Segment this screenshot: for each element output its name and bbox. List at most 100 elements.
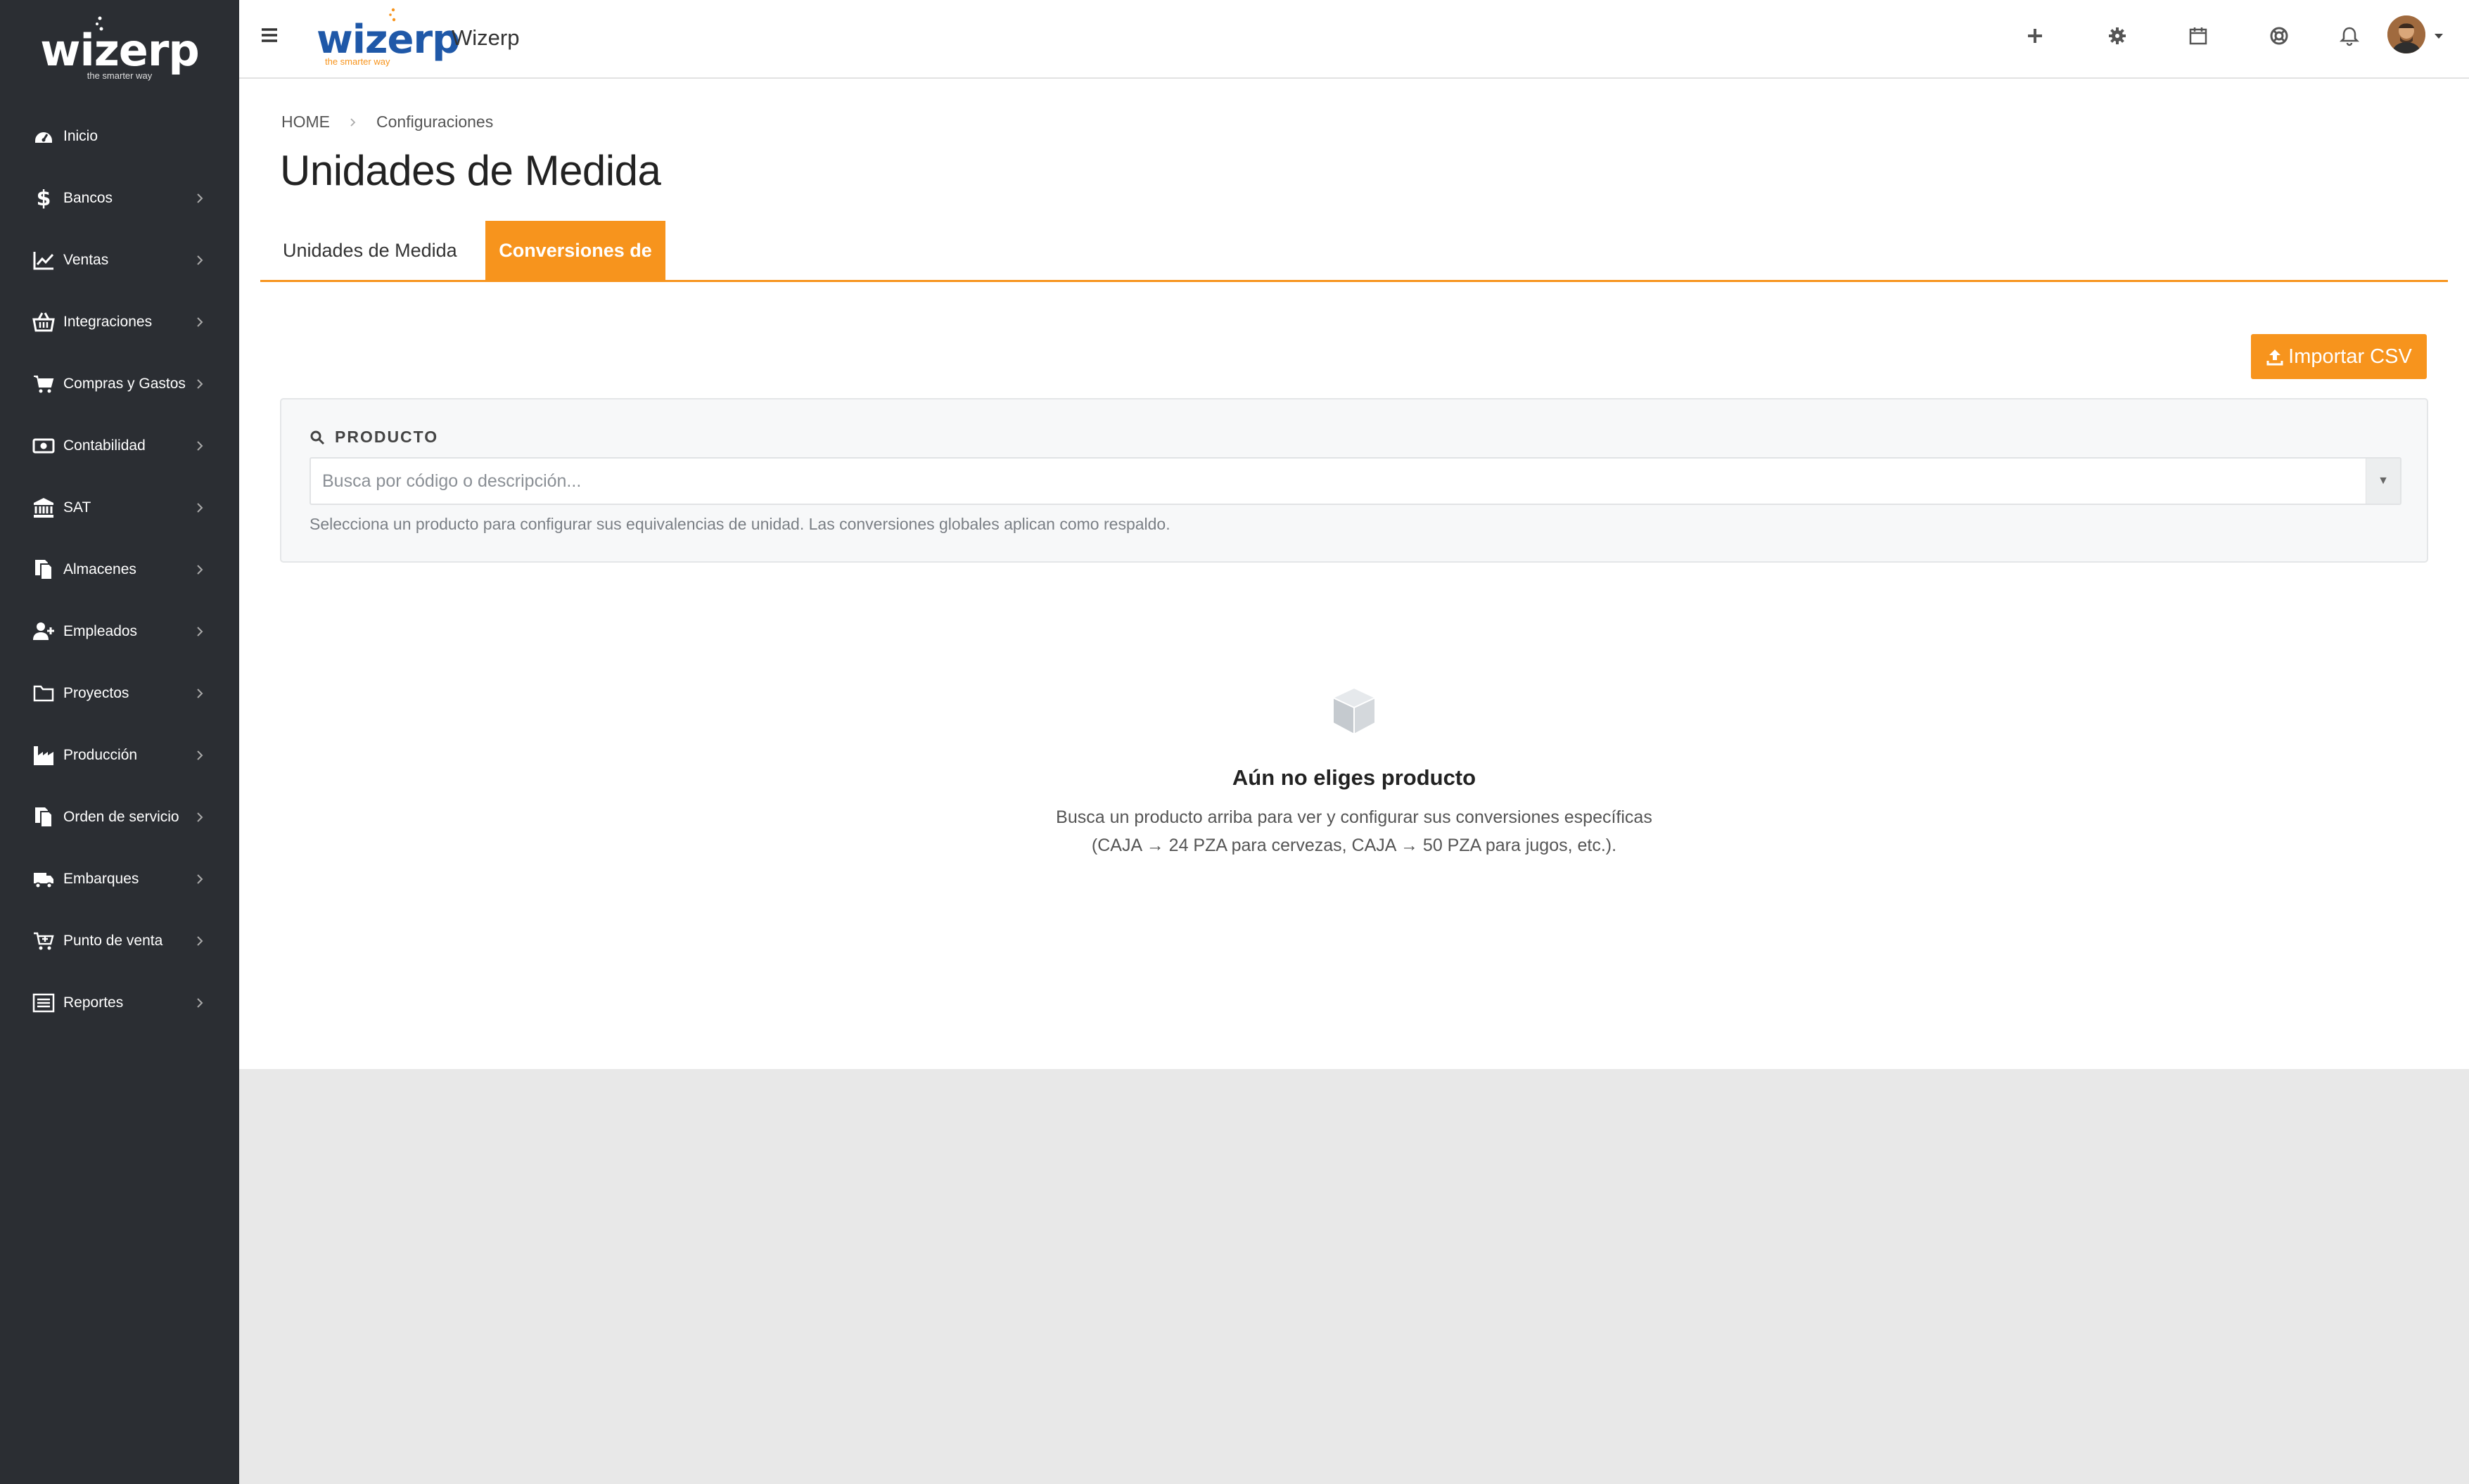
copy-icon	[35, 560, 53, 580]
list-icon	[32, 993, 55, 1013]
cube-icon	[1332, 686, 1376, 736]
sidebar-item-label: Proyectos	[63, 685, 129, 701]
sidebar-item-sat[interactable]: SAT	[0, 477, 239, 539]
chevron-right-icon	[197, 255, 203, 265]
sidebar-item-label: Ventas	[63, 252, 109, 268]
menu-toggle-icon[interactable]	[260, 27, 279, 44]
sidebar-item-label: Reportes	[63, 994, 124, 1011]
chevron-right-icon	[197, 812, 203, 822]
support-icon[interactable]	[2269, 25, 2290, 46]
sidebar-item-label: Orden de servicio	[63, 809, 179, 825]
sidebar-item-label: SAT	[63, 499, 91, 516]
import-csv-label: Importar CSV	[2288, 345, 2412, 368]
breadcrumb-home[interactable]: HOME	[281, 113, 330, 132]
truck-icon	[34, 873, 53, 889]
dollar-icon: $	[37, 187, 51, 210]
sidebar-item-label: Integraciones	[63, 314, 153, 330]
sidebar-item-proyectos[interactable]: Proyectos	[0, 663, 239, 724]
chevron-right-icon	[197, 193, 203, 203]
chevron-right-icon	[197, 627, 203, 637]
topbar-logo-tagline: the smarter way	[325, 56, 390, 67]
plus-icon[interactable]	[2024, 25, 2046, 46]
product-search-select[interactable]: Busca por código o descripción... ▼	[310, 457, 2401, 505]
avatar[interactable]	[2387, 15, 2425, 53]
product-search-placeholder: Busca por código o descripción...	[322, 471, 582, 491]
product-filter-label: PRODUCTO	[310, 428, 438, 447]
chevron-right-icon	[197, 565, 203, 575]
cart-icon	[34, 376, 54, 393]
import-csv-button[interactable]: Importar CSV	[2251, 334, 2427, 379]
chevron-right-icon	[350, 117, 356, 127]
chevron-right-icon	[197, 689, 203, 698]
sidebar-item-empleados[interactable]: Empleados	[0, 601, 239, 663]
sidebar-item-label: Inicio	[63, 128, 98, 144]
product-filter-card: PRODUCTO Busca por código o descripción.…	[280, 398, 2428, 563]
chevron-right-icon	[197, 503, 203, 513]
user-plus-icon	[33, 622, 54, 640]
bell-icon[interactable]	[2339, 25, 2360, 46]
sidebar-item-orden-de-servicio[interactable]: Orden de servicio	[0, 786, 239, 848]
search-icon	[310, 430, 325, 444]
empty-state-title: Aún no eliges producto	[1232, 765, 1476, 790]
dashboard-icon	[35, 132, 52, 143]
logo-sparkle-icon	[96, 16, 103, 31]
empty-state-description: Busca un producto arriba para ver y conf…	[239, 803, 2469, 859]
select-dropdown-button[interactable]: ▼	[2366, 459, 2400, 504]
sidebar-nav: Inicio $ Bancos Ventas Integraciones Com…	[0, 105, 239, 1034]
sidebar-item-label: Empleados	[63, 623, 138, 639]
chevron-right-icon	[197, 998, 203, 1008]
chevron-down-icon: ▼	[2378, 475, 2389, 487]
sidebar-item-label: Punto de venta	[63, 933, 163, 949]
line-chart-icon	[33, 252, 54, 270]
chevron-right-icon	[197, 379, 203, 389]
sidebar-item-label: Bancos	[63, 190, 113, 206]
money-icon	[32, 438, 55, 454]
sidebar-item-bancos[interactable]: $ Bancos	[0, 167, 239, 229]
tab-bar: Unidades de Medida Conversiones de Medid…	[260, 221, 2448, 320]
empty-state-line-1: Busca un producto arriba para ver y conf…	[1056, 807, 1652, 827]
sidebar-item-integraciones[interactable]: Integraciones	[0, 291, 239, 353]
tab-unidades-de-medida[interactable]: Unidades de Medida	[260, 221, 480, 280]
main-content: HOME Configuraciones Unidades de Medida …	[239, 79, 2469, 1069]
topbar-logo[interactable]: wizerp the smarter way	[317, 7, 460, 68]
calendar-icon[interactable]	[2188, 25, 2209, 46]
sidebar-logo[interactable]: wizerp the smarter way	[0, 13, 239, 83]
product-filter-help: Selecciona un producto para configurar s…	[310, 515, 1170, 533]
sidebar-logo-tagline: the smarter way	[87, 70, 153, 81]
chevron-right-icon	[197, 936, 203, 946]
sidebar-item-label: Producción	[63, 747, 138, 763]
empty-state: Aún no eliges producto Busca un producto…	[239, 684, 2469, 859]
sidebar-item-inicio[interactable]: Inicio	[0, 105, 239, 167]
chevron-right-icon	[197, 750, 203, 760]
breadcrumb: HOME Configuraciones	[281, 113, 493, 132]
app-title: Wizerp	[452, 25, 520, 50]
svg-text:$: $	[37, 187, 51, 210]
sidebar-item-label: Compras y Gastos	[63, 376, 186, 392]
chevron-down-icon[interactable]	[2434, 32, 2444, 39]
sidebar-item-contabilidad[interactable]: Contabilidad	[0, 415, 239, 477]
sidebar: wizerp the smarter way Inicio $ Bancos V…	[0, 0, 239, 1484]
topbar: wizerp the smarter way Wizerp	[239, 0, 2469, 79]
sidebar-item-ventas[interactable]: Ventas	[0, 229, 239, 291]
sidebar-item-label: Embarques	[63, 871, 139, 887]
chevron-right-icon	[197, 874, 203, 884]
sidebar-item-reportes[interactable]: Reportes	[0, 972, 239, 1034]
cart-plus-icon	[34, 932, 54, 950]
sidebar-item-label: Contabilidad	[63, 437, 146, 454]
industry-icon	[34, 746, 53, 765]
sidebar-item-produccion[interactable]: Producción	[0, 724, 239, 786]
basket-icon	[32, 312, 55, 332]
clipboard-icon	[35, 807, 53, 828]
tab-conversiones-de-medida[interactable]: Conversiones de Medida	[485, 221, 665, 320]
folder-icon	[33, 685, 54, 702]
sidebar-item-compras-y-gastos[interactable]: Compras y Gastos	[0, 353, 239, 415]
sidebar-item-punto-de-venta[interactable]: Punto de venta	[0, 910, 239, 972]
sidebar-item-embarques[interactable]: Embarques	[0, 848, 239, 910]
page-title: Unidades de Medida	[280, 147, 661, 194]
chevron-right-icon	[197, 317, 203, 327]
gear-icon[interactable]	[2107, 25, 2128, 46]
sidebar-logo-text: wizerp	[40, 25, 200, 76]
sidebar-item-almacenes[interactable]: Almacenes	[0, 539, 239, 601]
empty-state-line-2: (CAJA → 24 PZA para cervezas, CAJA → 50 …	[1091, 836, 1617, 855]
breadcrumb-current: Configuraciones	[376, 113, 494, 131]
